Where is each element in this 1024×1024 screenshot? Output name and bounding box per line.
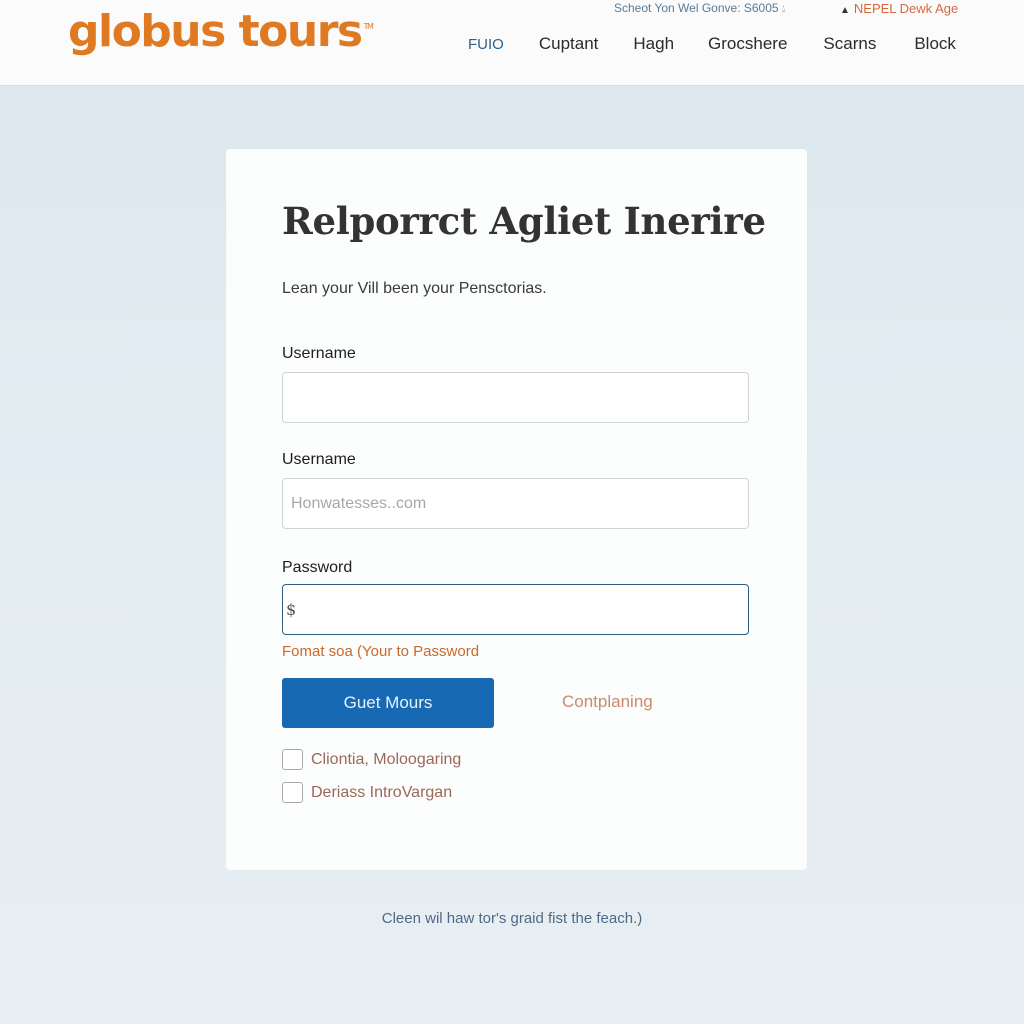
password-hint: Fomat soa (Your to Password [282, 643, 480, 660]
username-label: Username [282, 345, 356, 362]
password-input[interactable] [282, 584, 749, 635]
nav-item-grocshere[interactable]: Grocshere [708, 34, 787, 54]
login-card: Relporrct Agliet Inerire Lean your Vill … [226, 149, 807, 870]
footer-note: Cleen wil haw tor's graid fist the feach… [381, 910, 643, 927]
checkbox-label: Cliontia, Moloogaring [311, 750, 462, 768]
checkbox-row[interactable]: Deriass IntroVargan [282, 782, 452, 803]
nav-item-fuio[interactable]: FUIO [468, 34, 504, 54]
droplet-icon: 💧︎ [781, 4, 786, 15]
topbar-info-text: Scheot Yon Wel Gonve: S6005 [614, 1, 779, 15]
username-input[interactable] [282, 372, 749, 423]
nav-item-cuptant[interactable]: Cuptant [539, 34, 599, 54]
topbar-alert-link[interactable]: ▲ NEPEL Dewk Age [840, 1, 958, 16]
globus-tours-logo[interactable]: globus tours TM [68, 6, 374, 57]
page-title: Relporrct Agliet Inerire [282, 199, 766, 243]
trademark-symbol: TM [363, 22, 374, 31]
checkbox-row[interactable]: Cliontia, Moloogaring [282, 749, 461, 770]
logo-text: globus tours [68, 6, 363, 57]
topbar-info-link[interactable]: Scheot Yon Wel Gonve: S6005 💧︎ [614, 1, 786, 15]
password-label: Password [282, 559, 353, 576]
submit-button[interactable]: Guet Mours [282, 678, 494, 728]
username-email-input[interactable] [282, 478, 749, 529]
nav-item-hagh[interactable]: Hagh [633, 34, 674, 54]
secondary-link[interactable]: Contplaning [562, 692, 653, 712]
page-subtitle: Lean your Vill been your Pensctorias. [282, 280, 547, 297]
nav-item-block[interactable]: Block [914, 34, 956, 54]
main-nav: FUIO Cuptant Hagh Grocshere Scarns Block [468, 34, 956, 54]
nav-item-scarns[interactable]: Scarns [823, 34, 876, 54]
site-header: globus tours TM Scheot Yon Wel Gonve: S60… [0, 0, 1024, 86]
checkbox[interactable] [282, 749, 303, 770]
flame-icon: ▲ [840, 5, 850, 16]
topbar-alert-text: NEPEL Dewk Age [853, 1, 959, 16]
checkbox[interactable] [282, 782, 303, 803]
username-email-label: Username [282, 451, 356, 468]
checkbox-label: Deriass IntroVargan [311, 783, 453, 801]
